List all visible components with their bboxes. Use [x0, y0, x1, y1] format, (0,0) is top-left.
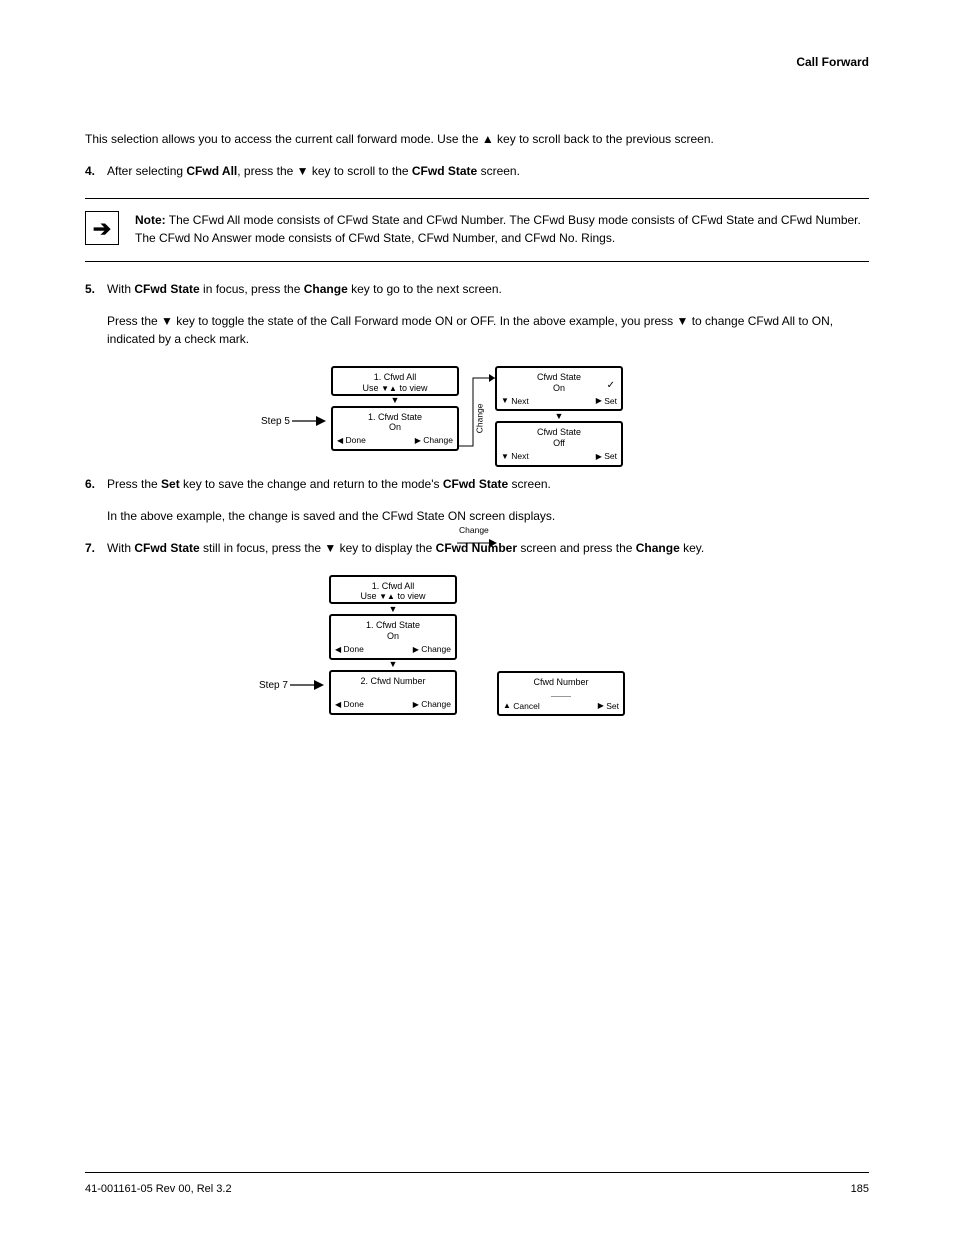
step-6: 6. Press the Set key to save the change … — [85, 475, 869, 493]
step-number: 6. — [85, 475, 107, 493]
connector-label: Change — [474, 403, 487, 433]
step-text: With CFwd State in focus, press the Chan… — [107, 280, 869, 298]
triangle-down-icon: ▼ — [501, 451, 509, 463]
connector-arrow — [457, 536, 497, 550]
triangle-right-icon: ▶ — [413, 644, 419, 656]
screen-cfwd-state-on-2: 1. Cfwd State On ◀ Done ▶ Change — [329, 614, 457, 659]
step-label: Step 7 — [259, 678, 288, 693]
screen-cfwd-number: 2. Cfwd Number ◀ Done ▶ Change — [329, 670, 457, 715]
triangle-up-icon: ▲ — [503, 700, 511, 712]
step-number: 7. — [85, 539, 107, 557]
step-6-cont: In the above example, the change is save… — [107, 507, 869, 525]
diagram-1: 1. Cfwd All Use ▼▲ to view ▼ Step 5 — [85, 366, 869, 467]
note-text: Note: The CFwd All mode consists of CFwd… — [135, 211, 869, 247]
note-icon: ➔ — [85, 211, 119, 245]
triangle-right-icon: ▶ — [596, 395, 602, 407]
check-icon: ✓ — [607, 378, 615, 393]
step-text: After selecting CFwd All, press the ▼ ke… — [107, 162, 869, 180]
arrow-right-icon — [292, 414, 326, 428]
triangle-left-icon: ◀ — [335, 699, 341, 711]
screen-cfwd-state-on: 1. Cfwd State On ◀ Done ▶ Change — [331, 406, 459, 451]
screen-cfwd-number-input: Cfwd Number ______ ▲ Cancel ▶ Set — [497, 671, 625, 717]
step-text: Press the Set key to save the change and… — [107, 475, 869, 493]
triangle-down-icon: ▼ — [381, 384, 389, 394]
step-label: Step 5 — [261, 414, 290, 429]
paragraph-intro: This selection allows you to access the … — [85, 130, 869, 148]
triangle-right-icon: ▶ — [413, 699, 419, 711]
triangle-down-icon: ▼ — [379, 592, 387, 602]
input-underline: ______ — [551, 691, 571, 697]
triangle-right-icon: ▶ — [415, 435, 421, 447]
diagram-2: 1. Cfwd All Use ▼▲ to view ▼ 1. Cfwd Sta… — [85, 575, 869, 717]
step-number: 4. — [85, 162, 107, 180]
step-5-cont: Press the ▼ key to toggle the state of t… — [107, 312, 869, 348]
page-header: Call Forward — [796, 55, 869, 69]
step-number: 5. — [85, 280, 107, 298]
page-number: 185 — [851, 1183, 869, 1195]
screen-cfwd-state-on-right: Cfwd State On ✓ ▼ Next ▶ Set — [495, 366, 623, 411]
screen-cfwd-all: 1. Cfwd All Use ▼▲ to view — [331, 366, 459, 396]
step-5: 5. With CFwd State in focus, press the C… — [85, 280, 869, 298]
footer-revision: 41-001161-05 Rev 00, Rel 3.2 — [85, 1183, 232, 1195]
triangle-down-icon: ▼ — [389, 660, 398, 669]
screen-cfwd-state-off: Cfwd State Off ▼ Next ▶ Set — [495, 421, 623, 466]
triangle-left-icon: ◀ — [335, 644, 341, 656]
triangle-right-icon: ▶ — [596, 451, 602, 463]
triangle-up-icon: ▲ — [389, 384, 397, 394]
triangle-down-icon: ▼ — [501, 395, 509, 407]
arrow-right-icon — [290, 678, 324, 692]
triangle-down-icon: ▼ — [391, 396, 400, 405]
triangle-left-icon: ◀ — [337, 435, 343, 447]
screen-cfwd-all-2: 1. Cfwd All Use ▼▲ to view — [329, 575, 457, 605]
connector-label: Change — [459, 524, 489, 537]
page-footer: 41-001161-05 Rev 00, Rel 3.2 185 — [85, 1172, 869, 1195]
triangle-up-icon: ▲ — [387, 592, 395, 602]
triangle-down-icon: ▼ — [555, 412, 564, 421]
note-block: ➔ Note: The CFwd All mode consists of CF… — [85, 198, 869, 262]
body-content: This selection allows you to access the … — [85, 130, 869, 716]
triangle-down-icon: ▼ — [389, 605, 398, 614]
step-4: 4. After selecting CFwd All, press the ▼… — [85, 162, 869, 180]
triangle-right-icon: ▶ — [598, 700, 604, 712]
